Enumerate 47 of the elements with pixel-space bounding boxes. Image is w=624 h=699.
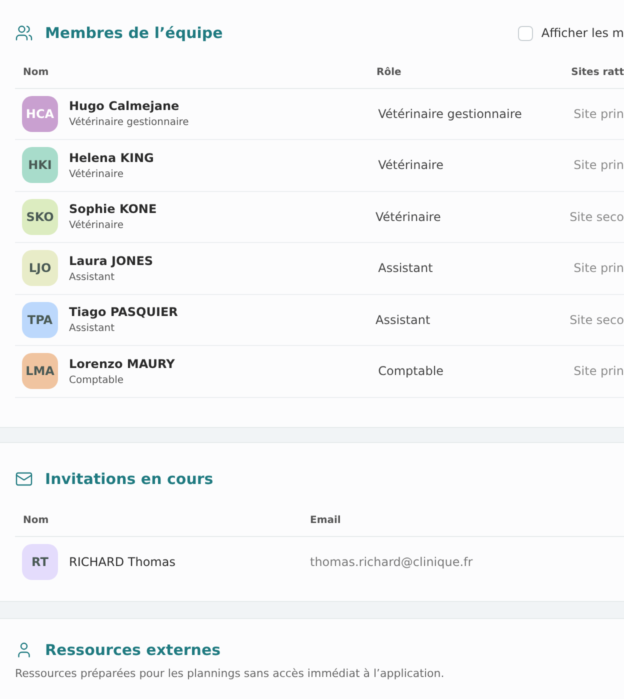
email-cell-text: thomas.richard@clinique.fr bbox=[310, 554, 473, 570]
column-header: Sites ratt bbox=[571, 66, 624, 80]
member-name: Hugo Calmejane bbox=[69, 98, 180, 116]
member-name: Tiago PASQUIER bbox=[69, 304, 178, 322]
section-title: Ressources externes bbox=[45, 640, 221, 661]
avatar: SKO bbox=[22, 198, 58, 235]
sites-cell-text: Site prin bbox=[574, 260, 624, 278]
role-cell-text: Assistant bbox=[375, 312, 432, 329]
member-subtitle: Vétérinaire bbox=[69, 168, 124, 182]
mail-icon bbox=[15, 470, 33, 488]
sites-cell-text: Site prin bbox=[574, 363, 624, 380]
column-header: Nom bbox=[23, 514, 50, 528]
avatar: HCA bbox=[22, 96, 58, 132]
role-cell-text: Vétérinaire bbox=[375, 208, 442, 226]
role-cell-text: Vétérinaire bbox=[378, 157, 444, 174]
member-subtitle: Vétérinaire gestionnaire bbox=[69, 116, 189, 130]
member-subtitle: Assistant bbox=[69, 322, 116, 336]
sites-cell-text: Site seco bbox=[570, 312, 624, 329]
show-checkbox[interactable] bbox=[518, 26, 534, 41]
column-header: Nom bbox=[23, 66, 50, 80]
avatar: LMA bbox=[22, 353, 58, 390]
avatar: RT bbox=[22, 544, 58, 580]
checkbox-label: Afficher les m bbox=[541, 25, 624, 42]
section-description: Ressources préparées pour les plannings sans accès immédiat à l’application. bbox=[15, 666, 446, 682]
avatar: HKI bbox=[22, 147, 58, 184]
users-icon bbox=[15, 24, 33, 42]
section-title: Invitations en cours bbox=[45, 469, 214, 490]
column-header: Email bbox=[310, 514, 341, 528]
member-name: Helena KING bbox=[69, 150, 154, 167]
section-title: Membres de l’équipe bbox=[45, 23, 223, 44]
sites-cell-text: Site seco bbox=[570, 208, 624, 226]
member-subtitle: Vétérinaire bbox=[69, 219, 124, 234]
member-subtitle: Assistant bbox=[69, 270, 116, 285]
role-cell-text: Assistant bbox=[378, 260, 434, 278]
sites-cell-text: Site prin bbox=[574, 106, 624, 123]
column-header: Rôle bbox=[376, 66, 402, 80]
role-cell-text: Vétérinaire gestionnaire bbox=[378, 106, 523, 123]
member-name: Lorenzo MAURY bbox=[69, 356, 175, 373]
avatar: TPA bbox=[22, 302, 58, 338]
member-subtitle: Comptable bbox=[69, 374, 125, 388]
user-icon bbox=[15, 641, 33, 660]
member-name: Laura JONES bbox=[69, 252, 154, 270]
member-name: Sophie KONE bbox=[69, 201, 157, 218]
role-cell-text: Comptable bbox=[378, 363, 445, 380]
avatar: LJO bbox=[22, 250, 58, 286]
sites-cell-text: Site prin bbox=[574, 157, 624, 174]
invitee-name: RICHARD Thomas bbox=[69, 554, 176, 570]
